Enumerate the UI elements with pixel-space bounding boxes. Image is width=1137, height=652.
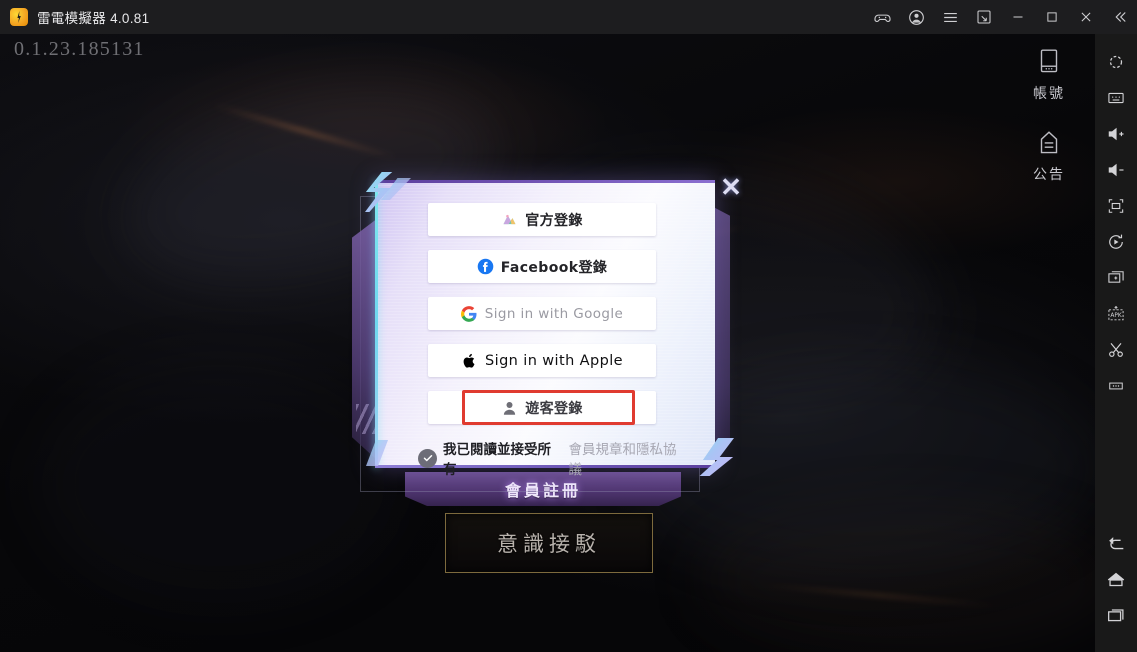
title-bar-controls bbox=[865, 0, 1137, 34]
app-name: 雷電模擬器 bbox=[37, 11, 106, 26]
apk-install-icon[interactable]: APK bbox=[1095, 296, 1137, 332]
guest-login-button[interactable]: 遊客登錄 bbox=[428, 391, 656, 424]
hamburger-menu-icon[interactable] bbox=[933, 0, 967, 34]
apple-login-button[interactable]: Sign in with Apple bbox=[428, 344, 656, 377]
scissors-icon[interactable] bbox=[1095, 332, 1137, 368]
login-options-list: 官方登錄 Facebook登錄 Sign in with Google Sign… bbox=[428, 203, 656, 438]
facebook-icon bbox=[477, 258, 494, 275]
announcement-icon bbox=[1013, 127, 1085, 161]
rail-item-account[interactable]: 帳號 bbox=[1013, 46, 1085, 103]
agreement-link[interactable]: 會員規章和隱私協議 bbox=[569, 438, 689, 478]
rail-label-announcement: 公告 bbox=[1033, 167, 1065, 183]
google-g-icon bbox=[461, 305, 478, 322]
official-login-label: 官方登錄 bbox=[525, 212, 583, 229]
app-window: 雷電模擬器 4.0.81 0.1.23.185131 帳號 公告 會員註冊 意識… bbox=[0, 0, 1137, 652]
game-side-rail: 帳號 公告 bbox=[1013, 46, 1085, 208]
official-login-button[interactable]: 官方登錄 bbox=[428, 203, 656, 236]
account-card-icon bbox=[1013, 46, 1085, 80]
add-window-icon[interactable] bbox=[1095, 260, 1137, 296]
svg-text:APK: APK bbox=[1110, 313, 1122, 319]
start-game-button[interactable]: 意識接駁 bbox=[445, 513, 653, 573]
facebook-login-label: Facebook登錄 bbox=[500, 259, 608, 276]
android-home-icon[interactable] bbox=[1095, 562, 1137, 598]
background-streak bbox=[760, 583, 1000, 608]
volume-up-icon[interactable] bbox=[1095, 116, 1137, 152]
fullscreen-icon[interactable] bbox=[1095, 188, 1137, 224]
title-bar: 雷電模擬器 4.0.81 bbox=[0, 0, 1137, 34]
keyboard-icon[interactable] bbox=[1095, 80, 1137, 116]
google-login-label: Sign in with Google bbox=[484, 305, 624, 322]
dialog-close-icon[interactable]: ✕ bbox=[716, 172, 746, 202]
checkmark-circle-icon[interactable] bbox=[418, 448, 437, 468]
apple-login-label: Sign in with Apple bbox=[485, 352, 623, 369]
android-recents-icon[interactable] bbox=[1095, 598, 1137, 634]
guest-person-icon bbox=[501, 399, 518, 416]
apple-logo-icon bbox=[461, 352, 478, 369]
settings-gear-icon[interactable] bbox=[1095, 44, 1137, 80]
more-options-icon[interactable] bbox=[1095, 368, 1137, 404]
collapse-icon[interactable] bbox=[1103, 0, 1137, 34]
facebook-login-button[interactable]: Facebook登錄 bbox=[428, 250, 656, 283]
ldplayer-logo-icon bbox=[10, 8, 28, 26]
background-haze bbox=[700, 504, 1095, 652]
account-icon[interactable] bbox=[899, 0, 933, 34]
volume-down-icon[interactable] bbox=[1095, 152, 1137, 188]
agreement-row[interactable]: 我已閱讀並接受所有 會員規章和隱私協議 bbox=[418, 438, 688, 478]
emulator-toolbar: APK bbox=[1095, 34, 1137, 652]
android-back-icon[interactable] bbox=[1095, 526, 1137, 562]
rail-label-account: 帳號 bbox=[1033, 86, 1065, 102]
rail-item-announcement[interactable]: 公告 bbox=[1013, 127, 1085, 184]
window-title: 雷電模擬器 4.0.81 bbox=[37, 7, 149, 27]
close-icon[interactable] bbox=[1069, 0, 1103, 34]
background-haze bbox=[40, 364, 400, 604]
agreement-text: 我已閱讀並接受所有 bbox=[443, 442, 551, 478]
gamepad-icon[interactable] bbox=[865, 0, 899, 34]
game-version-overlay: 0.1.23.185131 bbox=[14, 38, 145, 60]
maximize-icon[interactable] bbox=[1035, 0, 1069, 34]
minimize-icon[interactable] bbox=[1001, 0, 1035, 34]
official-logo-icon bbox=[501, 211, 518, 228]
rotate-screen-icon[interactable] bbox=[1095, 224, 1137, 260]
multi-instance-icon[interactable] bbox=[967, 0, 1001, 34]
start-game-label: 意識接駁 bbox=[497, 532, 601, 556]
background-streak bbox=[213, 103, 397, 160]
guest-login-label: 遊客登錄 bbox=[525, 400, 583, 417]
google-login-button[interactable]: Sign in with Google bbox=[428, 297, 656, 330]
app-version: 4.0.81 bbox=[110, 11, 150, 26]
